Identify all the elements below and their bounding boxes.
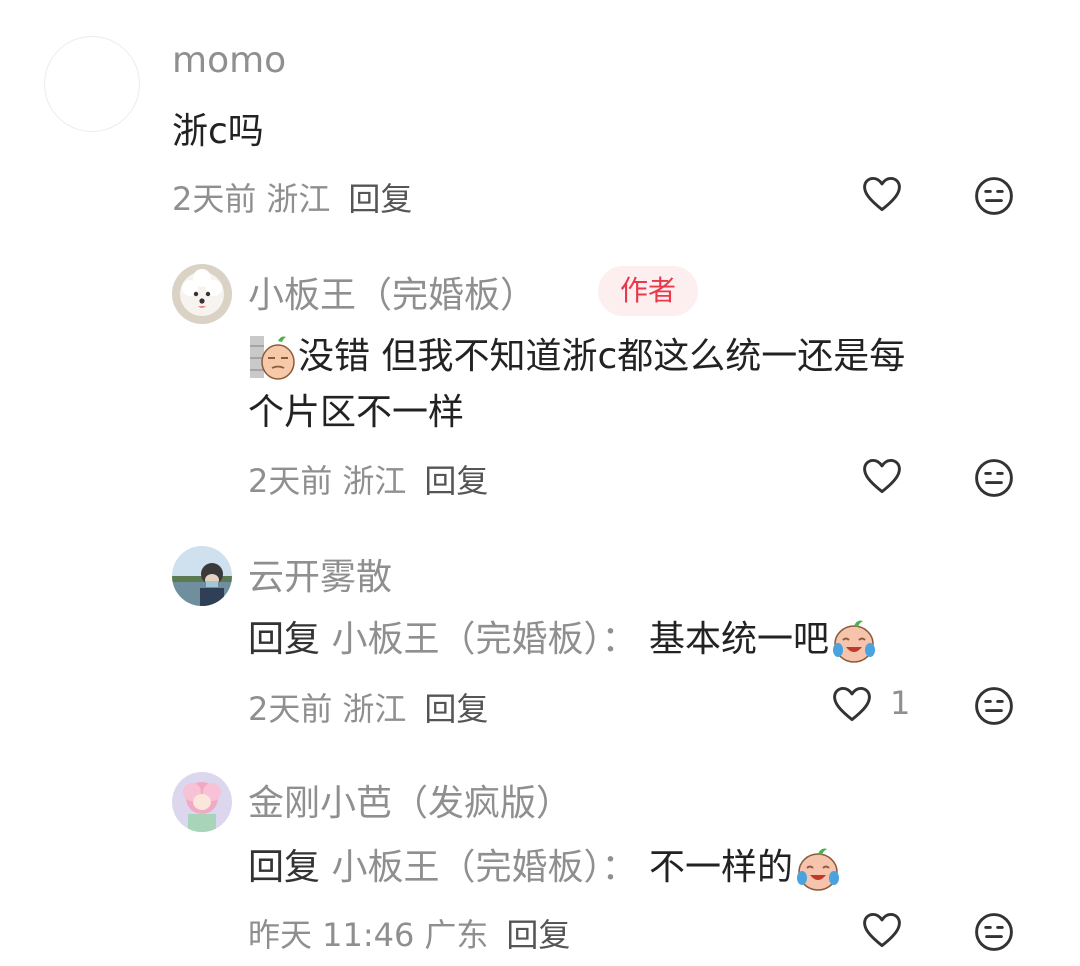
- reply-prefix: 回复: [248, 619, 321, 660]
- comment-meta: 2天前 浙江 回复: [248, 684, 488, 730]
- comment-username[interactable]: 云开雾散: [248, 548, 392, 600]
- dog-avatar-icon: [172, 264, 232, 324]
- comment-text: 回复 小板王（完婚板）： 不一样的: [248, 840, 843, 896]
- avatar-author[interactable]: [172, 264, 232, 324]
- like-count: 1: [890, 684, 911, 722]
- comment-username[interactable]: momo: [172, 40, 286, 81]
- comment-time: 2天前: [248, 462, 333, 500]
- reply-target-user[interactable]: 小板王（完婚板）：: [331, 847, 637, 888]
- avatar-jingangxiaoba[interactable]: [172, 772, 232, 832]
- comment-meta: 2天前 浙江 回复: [248, 456, 488, 502]
- reply-button[interactable]: 回复: [424, 462, 488, 500]
- comment-meta: 昨天 11:46 广东 回复: [248, 910, 570, 956]
- heart-outline-icon[interactable]: [860, 908, 904, 952]
- comment-location: 浙江: [342, 462, 407, 500]
- comment-text-line-2: 个片区不一样: [248, 392, 465, 433]
- comment-username[interactable]: 金刚小芭（发疯版）: [248, 774, 572, 826]
- neutral-face-icon[interactable]: [972, 456, 1016, 500]
- crying-laugh-emoji-icon: [796, 848, 839, 891]
- comment-location: 广东: [424, 916, 489, 954]
- comment-body: 基本统一吧: [648, 619, 829, 660]
- reply-button[interactable]: 回复: [424, 690, 488, 728]
- comment-location: 浙江: [266, 180, 331, 218]
- reply-button[interactable]: 回复: [506, 916, 570, 954]
- peeking-emoji-icon: [250, 336, 295, 380]
- avatar-yunkaiwusan[interactable]: [172, 546, 232, 606]
- anime-avatar-icon: [172, 772, 232, 832]
- neutral-face-icon[interactable]: [972, 174, 1016, 218]
- comment-text: 回复 小板王（完婚板）： 基本统一吧: [248, 612, 879, 668]
- avatar-momo[interactable]: [44, 36, 140, 132]
- crying-laugh-emoji-icon: [832, 620, 875, 663]
- reply-target-user[interactable]: 小板王（完婚板）：: [331, 619, 637, 660]
- neutral-face-icon[interactable]: [972, 910, 1016, 954]
- photo-avatar-icon: [172, 546, 232, 606]
- reply-prefix: 回复: [248, 847, 321, 888]
- neutral-face-icon[interactable]: [972, 684, 1016, 728]
- reply-button[interactable]: 回复: [348, 180, 412, 218]
- heart-outline-icon[interactable]: [860, 454, 904, 498]
- comment-time: 昨天 11:46: [248, 916, 415, 954]
- comment-text-line-1: 没错 但我不知道浙c都这么统一还是每: [298, 336, 906, 377]
- heart-outline-icon[interactable]: [830, 682, 874, 726]
- comment-time: 2天前: [248, 690, 333, 728]
- comment-location: 浙江: [342, 690, 407, 728]
- comment-username[interactable]: 小板王（完婚板）: [248, 266, 536, 318]
- crying-laugh-emoji: [248, 332, 298, 382]
- comment-body: 不一样的: [648, 847, 793, 888]
- heart-outline-icon[interactable]: [860, 172, 904, 216]
- comment-meta: 2天前 浙江 回复: [172, 174, 412, 220]
- author-badge: 作者: [598, 266, 699, 316]
- comment-text: 浙c吗: [172, 111, 264, 152]
- comment-time: 2天前: [172, 180, 257, 218]
